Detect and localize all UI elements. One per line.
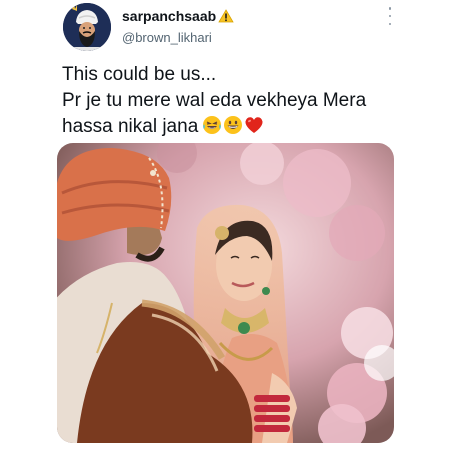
profile-avatar[interactable] <box>63 3 111 51</box>
warning-icon <box>218 9 234 23</box>
sikh-man-avatar-icon <box>63 3 111 51</box>
display-name-text: sarpanchsaab <box>122 8 217 24</box>
laughing-tears-emoji-icon <box>203 116 222 134</box>
tweet-text-line: This could be us... <box>62 64 217 85</box>
emoji-row <box>202 115 265 143</box>
tweet-text-line-last: hassa nikal jana <box>62 114 442 143</box>
tweet-text-line: hassa nikal jana <box>62 116 199 137</box>
tweet: sarpanchsaab @brown_likhari This could b… <box>0 0 450 464</box>
tweet-media-photo[interactable] <box>57 143 394 443</box>
tweet-text: This could be us... Pr je tu mere wal ed… <box>62 62 442 143</box>
grinning-emoji-icon <box>224 116 243 134</box>
bride-and-groom-photo <box>57 143 394 443</box>
user-handle[interactable]: @brown_likhari <box>122 30 212 45</box>
tweet-text-line: Pr je tu mere wal eda vekheya Mera <box>62 90 367 111</box>
more-vertical-icon[interactable] <box>384 7 396 25</box>
display-name[interactable]: sarpanchsaab <box>122 8 234 24</box>
red-heart-emoji-icon <box>245 117 263 133</box>
